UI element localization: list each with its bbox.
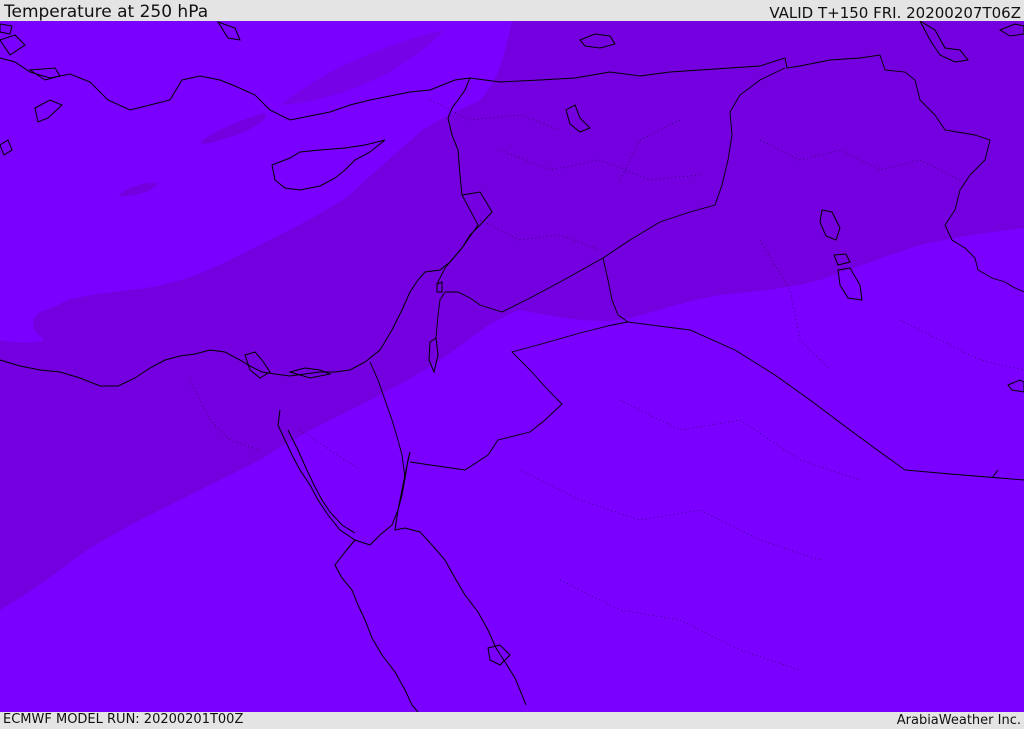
map-title: Temperature at 250 hPa: [4, 2, 209, 22]
credit-label: ArabiaWeather Inc.: [896, 713, 1021, 728]
model-run-label: ECMWF MODEL RUN: 20200201T00Z: [3, 712, 244, 727]
valid-time-label: VALID T+150 FRI. 20200207T06Z: [769, 4, 1021, 22]
temperature-map: [0, 21, 1024, 712]
footer-bar: ECMWF MODEL RUN: 20200201T00Z ArabiaWeat…: [0, 712, 1024, 729]
header-bar: Temperature at 250 hPa VALID T+150 FRI. …: [0, 0, 1024, 22]
map-area: [0, 21, 1024, 712]
